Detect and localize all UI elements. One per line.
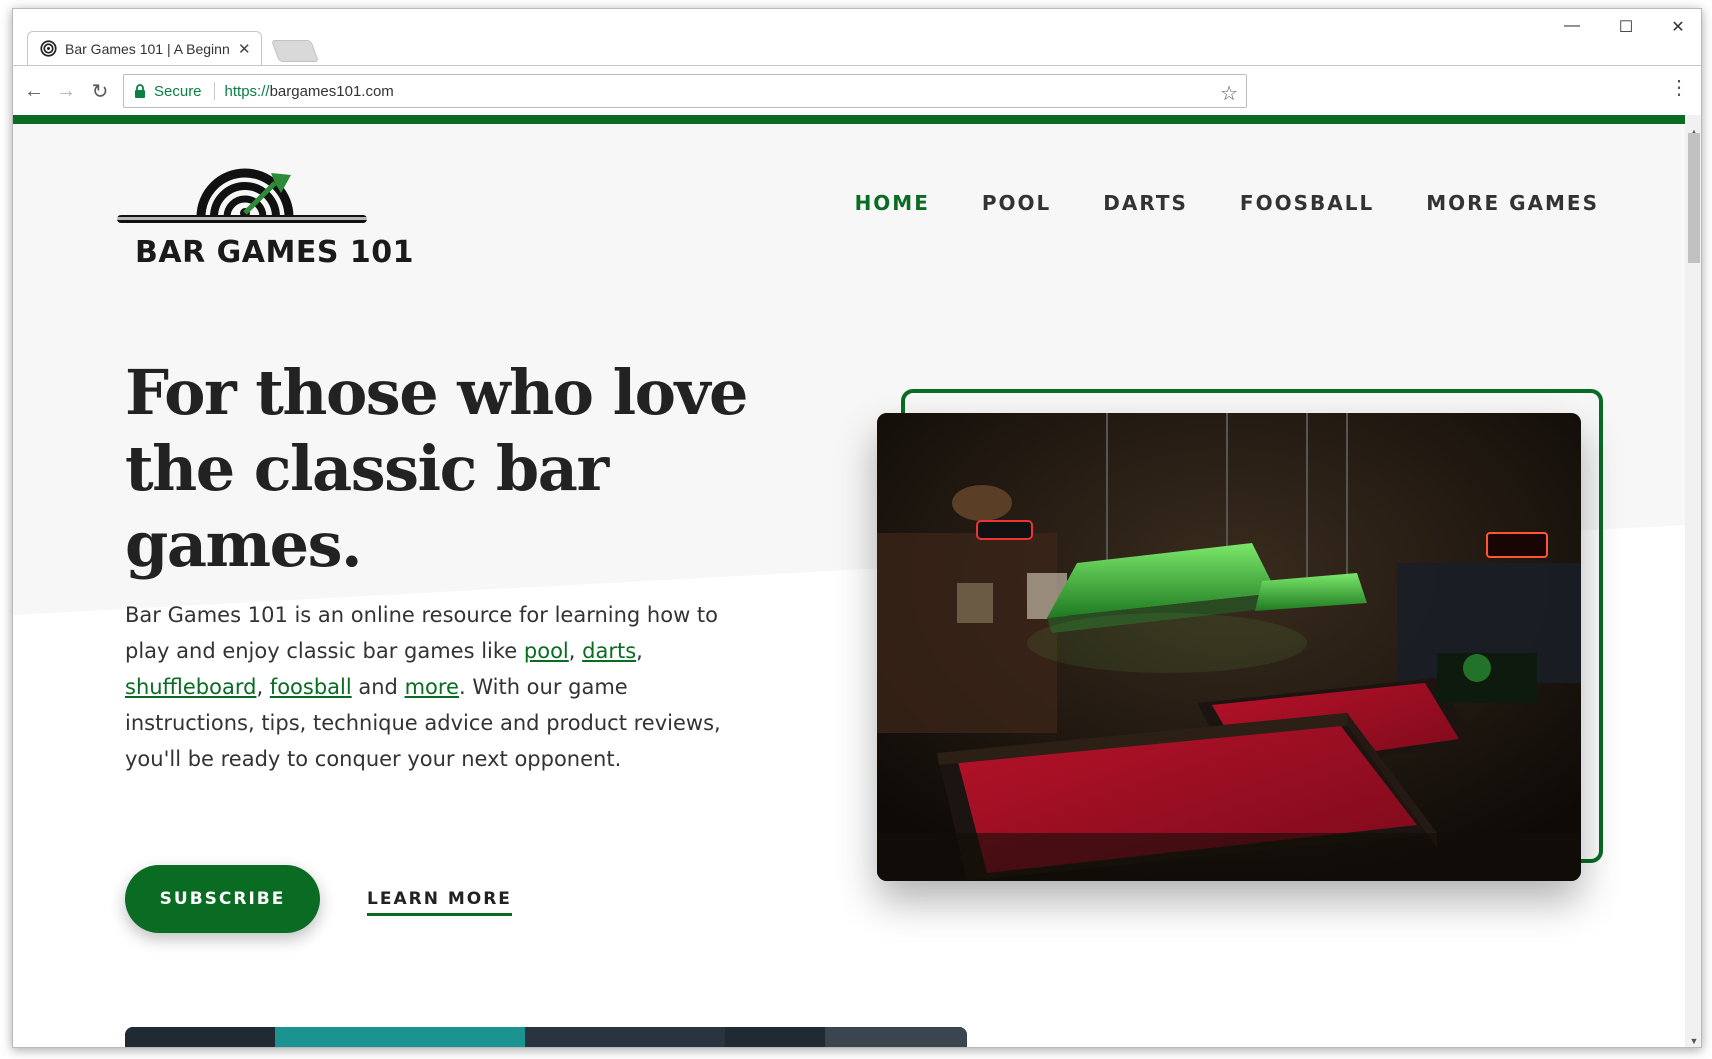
lock-icon: [135, 84, 145, 98]
secure-label: Secure: [154, 82, 202, 100]
back-arrow-icon[interactable]: ←: [21, 78, 47, 104]
nav-pool[interactable]: POOL: [982, 191, 1051, 215]
nav-foosball[interactable]: FOOSBALL: [1240, 191, 1374, 215]
nav-darts[interactable]: DARTS: [1103, 191, 1188, 215]
hero-separator: ,: [256, 675, 270, 699]
maximize-button[interactable]: ☐: [1599, 17, 1653, 37]
page-viewport: BAR GAMES 101 HOME POOL DARTS FOOSBALL M…: [13, 115, 1701, 1047]
url-host: bargames101.com: [269, 82, 394, 100]
close-window-button[interactable]: ✕: [1651, 17, 1701, 37]
link-foosball[interactable]: foosball: [270, 675, 352, 699]
learn-more-link[interactable]: LEARN MORE: [367, 889, 512, 916]
reload-icon[interactable]: ↻: [87, 78, 113, 104]
tab-close-icon[interactable]: ✕: [238, 40, 251, 58]
nav-home[interactable]: HOME: [855, 191, 930, 215]
link-shuffleboard[interactable]: shuffleboard: [125, 675, 256, 699]
tab-title: Bar Games 101 | A Beginn: [65, 40, 230, 57]
omnibox-divider: [213, 82, 215, 100]
url-scheme: https://: [224, 82, 270, 100]
hero-image-pool-hall: [877, 413, 1581, 881]
link-more[interactable]: more: [405, 675, 459, 699]
hero-description: Bar Games 101 is an online resource for …: [125, 597, 725, 777]
nav-more-games[interactable]: MORE GAMES: [1426, 191, 1599, 215]
top-accent-bar: [13, 115, 1685, 124]
link-pool[interactable]: pool: [524, 639, 569, 663]
browser-tab[interactable]: Bar Games 101 | A Beginn ✕: [27, 31, 262, 65]
link-darts[interactable]: darts: [582, 639, 636, 663]
subscribe-button[interactable]: SUBSCRIBE: [125, 865, 320, 933]
hero-separator: ,: [636, 639, 643, 663]
star-icon[interactable]: ☆: [1220, 81, 1238, 106]
forward-arrow-icon[interactable]: →: [53, 78, 79, 104]
scroll-down-arrow-icon[interactable]: ▼: [1685, 1033, 1701, 1047]
logo-text[interactable]: BAR GAMES 101: [135, 235, 414, 270]
next-section-image-preview: [125, 1027, 967, 1047]
hero-separator: ,: [568, 639, 583, 663]
address-bar[interactable]: Secure https://bargames101.com ☆: [123, 74, 1247, 108]
browser-toolbar: ← → ↻ Secure https://bargames101.com ☆ ⋮: [13, 65, 1701, 115]
browser-window: Bar Games 101 | A Beginn ✕ — ☐ ✕ ← → ↻ S…: [12, 8, 1702, 1048]
hero-separator: and: [351, 675, 405, 699]
target-favicon-icon: [40, 40, 57, 57]
hero-title: For those who love the classic bar games…: [125, 356, 749, 581]
vertical-scrollbar[interactable]: ▲ ▼: [1685, 115, 1701, 1047]
menu-icon[interactable]: ⋮: [1669, 78, 1689, 98]
main-navigation: HOME POOL DARTS FOOSBALL MORE GAMES: [855, 191, 1599, 215]
scrollbar-thumb[interactable]: [1688, 133, 1700, 263]
url-text[interactable]: https://bargames101.com: [225, 83, 394, 100]
new-tab-button[interactable]: [270, 40, 320, 62]
minimize-button[interactable]: —: [1545, 17, 1599, 35]
tab-strip: Bar Games 101 | A Beginn ✕ — ☐ ✕: [13, 9, 1701, 65]
